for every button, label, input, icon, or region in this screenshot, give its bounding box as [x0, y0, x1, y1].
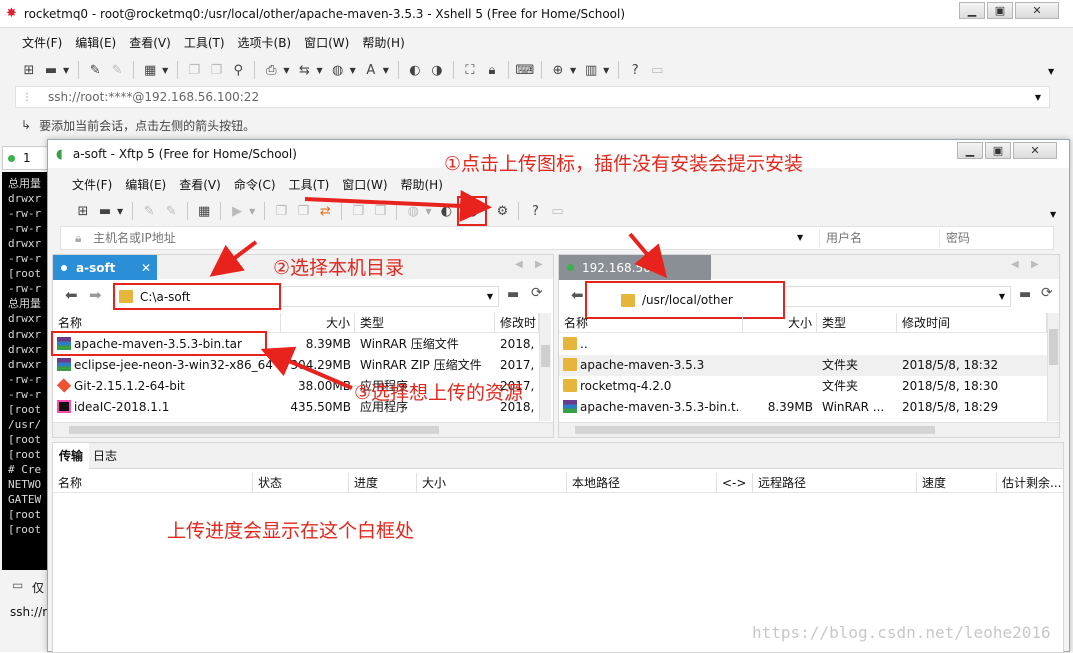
arrow-step3 — [260, 346, 353, 390]
arrow-step2-local — [209, 240, 258, 277]
annotation-arrows — [209, 189, 668, 390]
arrow-step2-remote — [628, 232, 668, 279]
arrow-step1 — [304, 189, 492, 222]
